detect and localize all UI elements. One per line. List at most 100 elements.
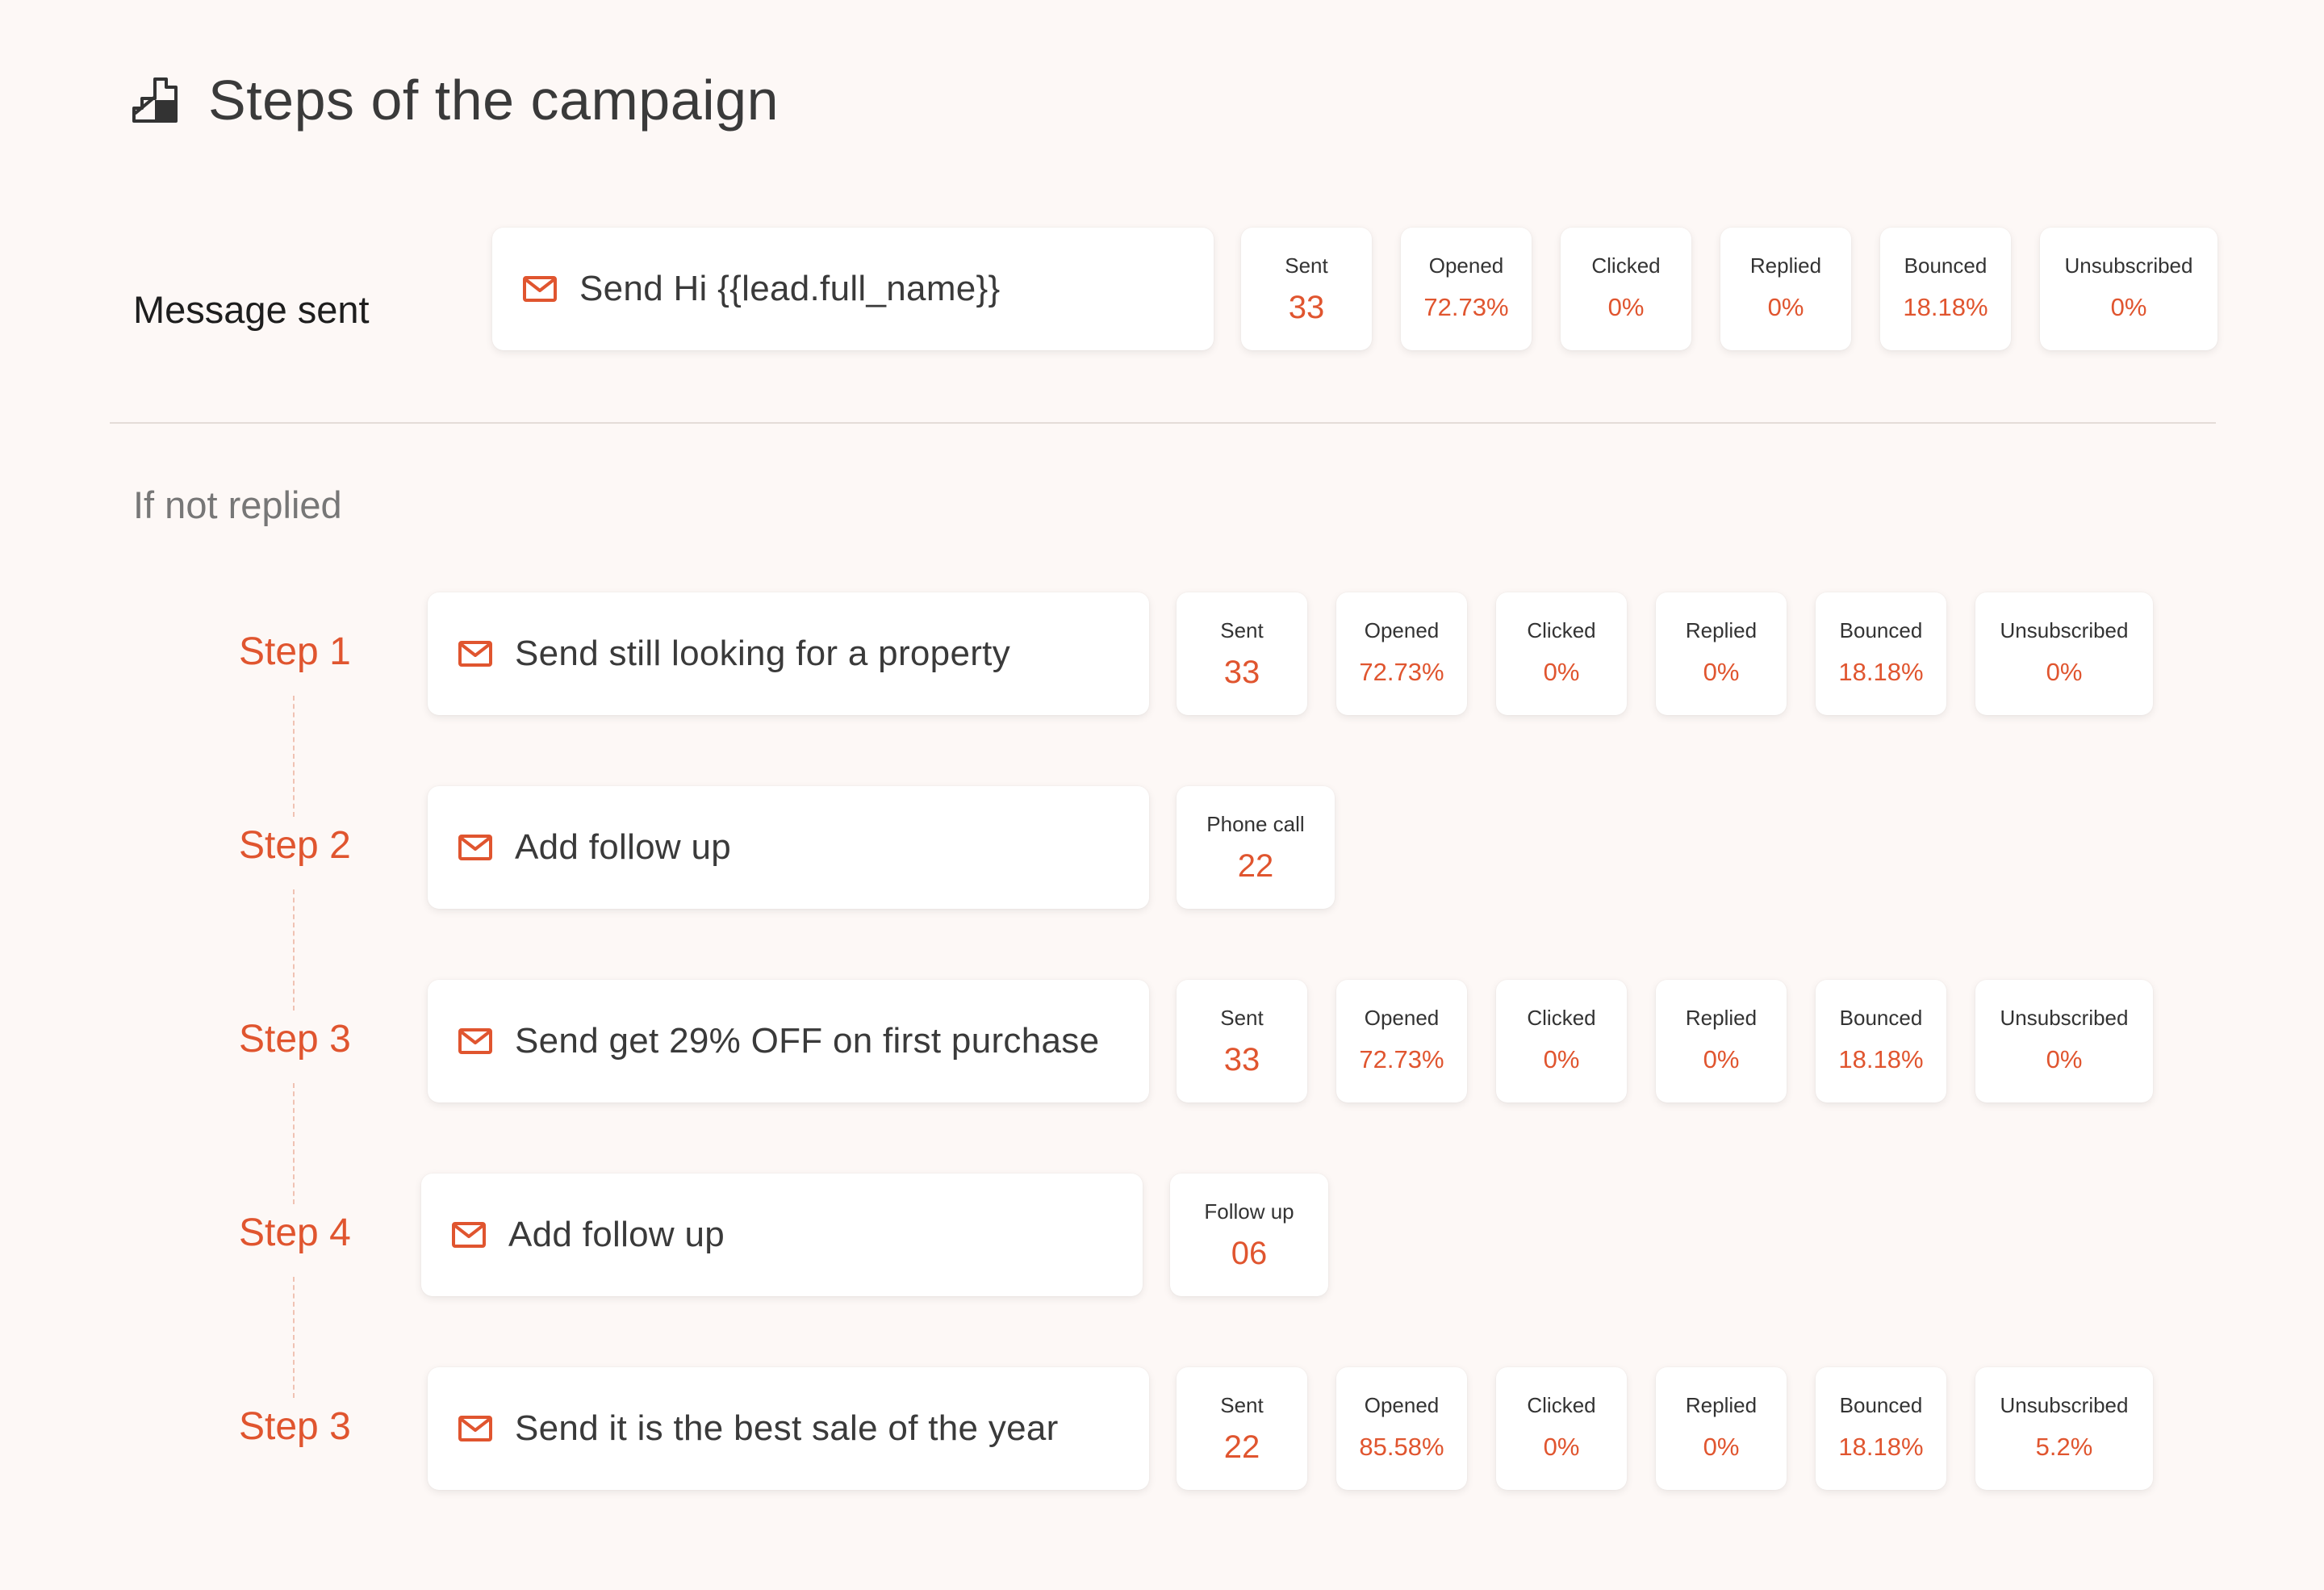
stat-sent-card: Sent 33 [1177,980,1307,1103]
step-connector [293,696,295,817]
stat-replied-card: Replied 0% [1656,592,1787,715]
stat-bounced-card: Bounced 18.18% [1816,592,1946,715]
stat-label: Bounced [1904,253,1988,278]
stat-sent-card: Sent 22 [1177,1367,1307,1490]
stat-value: 0% [1543,1045,1580,1073]
stat-replied-card: Replied 0% [1656,1367,1787,1490]
stat-value: 18.18% [1903,293,1988,321]
campaign-steps-page: Steps of the campaign Message sent Send … [0,0,2324,1590]
step-connector [293,1277,295,1398]
stat-label: Sent [1220,1006,1264,1030]
stat-bounced-card: Bounced 18.18% [1816,980,1946,1103]
stat-replied-card: Replied 0% [1720,228,1851,350]
mail-icon [458,640,494,667]
stat-clicked-card: Clicked 0% [1496,1367,1627,1490]
stat-value: 18.18% [1838,1433,1924,1461]
stat-label: Unsubscribed [2000,1006,2129,1030]
stat-unsubscribed-card: Unsubscribed 0% [1975,592,2153,715]
step-message-card[interactable]: Send get 29% OFF on first purchase [428,980,1149,1103]
stat-sent-card: Sent 33 [1177,592,1307,715]
stat-label: Replied [1685,1006,1758,1030]
stat-clicked-card: Clicked 0% [1561,228,1691,350]
stat-label: Unsubscribed [2000,618,2129,642]
stat-label: Replied [1685,618,1758,642]
stat-value: 0% [1703,1433,1740,1461]
stat-follow-up-card: Follow up 06 [1170,1174,1328,1296]
step-message-title: Send it is the best sale of the year [515,1408,1059,1448]
stat-sent-card: Sent 33 [1241,228,1372,350]
stat-value: 22 [1237,848,1274,884]
stat-label: Opened [1428,253,1504,278]
stat-label: Clicked [1527,1006,1596,1030]
stat-label: Clicked [1591,253,1661,278]
stat-clicked-card: Clicked 0% [1496,592,1627,715]
stat-opened-card: Opened 72.73% [1336,980,1467,1103]
stat-value: 85.58% [1359,1433,1444,1461]
step-connector [293,889,295,1010]
stat-label: Replied [1749,253,1822,278]
message-sent-label: Message sent [133,288,370,331]
message-title: Send Hi {{lead.full_name}} [579,269,1001,308]
stat-label: Clicked [1527,1393,1596,1417]
stat-value: 72.73% [1423,293,1509,321]
stat-label: Opened [1364,1006,1440,1030]
stat-unsubscribed-card: Unsubscribed 5.2% [1975,1367,2153,1490]
step-label: Step 4 [239,1211,351,1254]
step-message-card[interactable]: Add follow up [421,1174,1143,1296]
stat-value: 0% [2046,1045,2083,1073]
stat-label: Sent [1220,1393,1264,1417]
stairs-icon [131,76,179,124]
step-message-title: Add follow up [508,1215,725,1254]
stat-value: 0% [1607,293,1645,321]
stat-label: Opened [1364,1393,1440,1417]
stat-clicked-card: Clicked 0% [1496,980,1627,1103]
step-label: Step 3 [239,1405,351,1448]
mail-icon [458,1027,494,1055]
stat-opened-card: Opened 72.73% [1336,592,1467,715]
stat-value: 0% [1543,1433,1580,1461]
stat-value: 0% [1543,658,1580,686]
stat-value: 33 [1223,1042,1260,1077]
stat-unsubscribed-card: Unsubscribed 0% [2040,228,2217,350]
step-connector [293,1083,295,1204]
stat-label: Follow up [1204,1199,1294,1224]
stat-bounced-card: Bounced 18.18% [1880,228,2011,350]
stat-value: 5.2% [2035,1433,2093,1461]
section-divider [110,422,2216,424]
stat-value: 06 [1231,1236,1268,1271]
step-message-card[interactable]: Add follow up [428,786,1149,909]
stat-label: Clicked [1527,618,1596,642]
stat-value: 0% [2046,658,2083,686]
stat-unsubscribed-card: Unsubscribed 0% [1975,980,2153,1103]
stat-label: Sent [1285,253,1328,278]
stat-value: 72.73% [1359,1045,1444,1073]
stat-value: 72.73% [1359,658,1444,686]
stat-value: 18.18% [1838,658,1924,686]
mail-icon [523,275,558,303]
if-not-replied-label: If not replied [133,483,342,526]
stat-label: Sent [1220,618,1264,642]
stat-label: Unsubscribed [2000,1393,2129,1417]
step-label: Step 1 [239,630,351,673]
stat-replied-card: Replied 0% [1656,980,1787,1103]
step-label: Step 3 [239,1018,351,1061]
stat-label: Bounced [1839,1393,1923,1417]
stat-opened-card: Opened 72.73% [1401,228,1532,350]
step-message-card[interactable]: Send still looking for a property [428,592,1149,715]
stat-value: 18.18% [1838,1045,1924,1073]
mail-icon [452,1221,487,1249]
stat-label: Replied [1685,1393,1758,1417]
stat-value: 0% [1703,1045,1740,1073]
mail-icon [458,834,494,861]
stat-value: 33 [1288,290,1325,325]
message-sent-card[interactable]: Send Hi {{lead.full_name}} [492,228,1214,350]
stat-label: Bounced [1839,618,1923,642]
stat-value: 0% [1767,293,1804,321]
stat-phone-call-card: Phone call 22 [1177,786,1335,909]
stat-bounced-card: Bounced 18.18% [1816,1367,1946,1490]
step-message-card[interactable]: Send it is the best sale of the year [428,1367,1149,1490]
stat-value: 0% [2110,293,2147,321]
stat-opened-card: Opened 85.58% [1336,1367,1467,1490]
step-message-title: Send still looking for a property [515,634,1010,673]
page-header: Steps of the campaign [131,60,779,140]
